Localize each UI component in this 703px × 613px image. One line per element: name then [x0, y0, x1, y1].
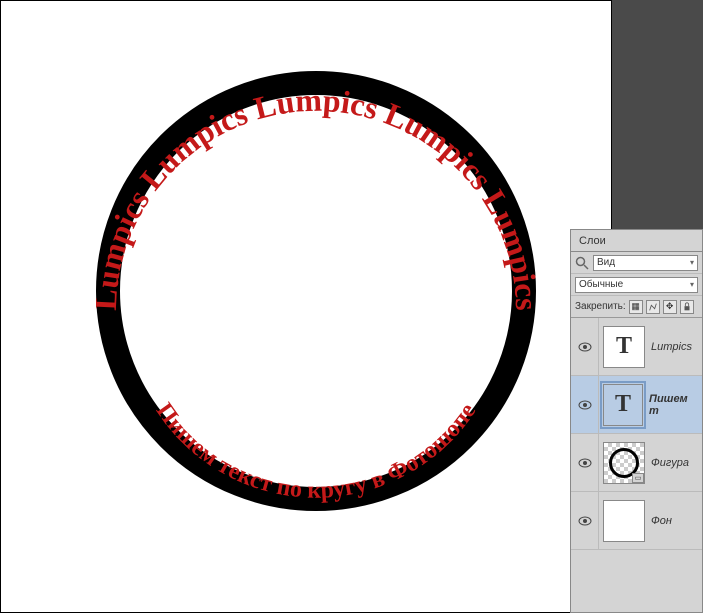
circle-shape [96, 71, 536, 511]
filter-dropdown[interactable]: Вид ▾ [593, 255, 698, 271]
eye-icon [578, 400, 592, 410]
blend-mode-dropdown[interactable]: Обычные ▾ [575, 277, 698, 293]
eye-icon [578, 458, 592, 468]
layer-name: Пишем т [649, 393, 698, 417]
layer-item-text-active[interactable]: T Пишем т [571, 376, 702, 434]
eye-icon [578, 342, 592, 352]
vector-mask-badge: ▭ [632, 473, 644, 483]
layers-panel: Слои Вид ▾ Обычные ▾ Закрепить: ▦ ✥ [570, 229, 703, 613]
chevron-down-icon: ▾ [690, 280, 694, 289]
lock-transparent-icon[interactable]: ▦ [629, 300, 643, 314]
lock-pixels-icon[interactable] [646, 300, 660, 314]
layer-item-shape[interactable]: ▭ Фигура [571, 434, 702, 492]
text-icon: T [616, 333, 632, 360]
layer-name: Фигура [651, 457, 689, 469]
blend-mode-value: Обычные [579, 279, 623, 290]
panel-tabs: Слои [571, 230, 702, 252]
lock-row: Закрепить: ▦ ✥ [571, 296, 702, 318]
filter-value: Вид [597, 257, 615, 268]
text-icon: T [615, 391, 631, 418]
filter-row: Вид ▾ [571, 252, 702, 274]
layer-list: T Lumpics T Пишем т [571, 318, 702, 550]
chevron-down-icon: ▾ [690, 258, 694, 267]
visibility-toggle[interactable] [571, 434, 599, 491]
visibility-toggle[interactable] [571, 318, 599, 375]
layer-name: Фон [651, 515, 672, 527]
layer-item-background[interactable]: Фон [571, 492, 702, 550]
layer-thumbnail [603, 500, 645, 542]
circle-artwork: Lumpics Lumpics Lumpics Lumpics Lumpics … [96, 71, 536, 511]
eye-icon [578, 516, 592, 526]
lock-all-icon[interactable] [680, 300, 694, 314]
search-icon [575, 256, 589, 270]
visibility-toggle[interactable] [571, 492, 599, 549]
lock-position-icon[interactable]: ✥ [663, 300, 677, 314]
blend-mode-row: Обычные ▾ [571, 274, 702, 296]
visibility-toggle[interactable] [571, 376, 599, 433]
layer-thumbnail: T [603, 326, 645, 368]
layer-thumbnail: ▭ [603, 442, 645, 484]
layer-thumbnail: T [603, 384, 643, 426]
lock-label: Закрепить: [575, 301, 626, 312]
layer-name: Lumpics [651, 341, 692, 353]
tab-layers[interactable]: Слои [571, 232, 614, 250]
layer-item-text-lumpics[interactable]: T Lumpics [571, 318, 702, 376]
canvas-area[interactable]: Lumpics Lumpics Lumpics Lumpics Lumpics … [0, 0, 612, 613]
